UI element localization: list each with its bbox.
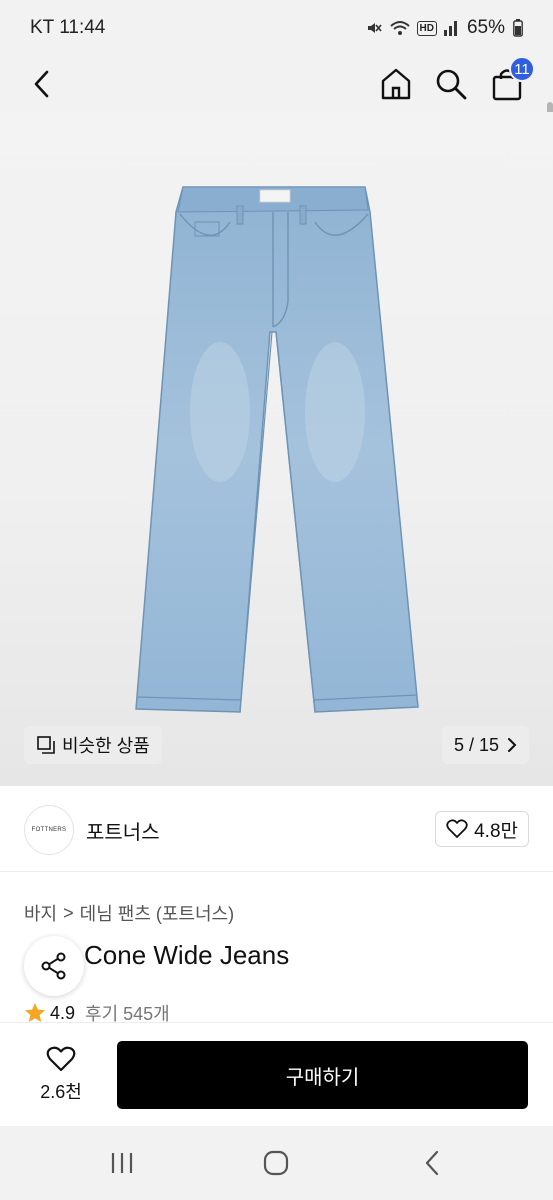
status-bar: KT 11:44 HD 65% bbox=[0, 0, 553, 56]
back-button[interactable] bbox=[20, 62, 64, 106]
hd-icon: HD bbox=[416, 20, 437, 36]
wishlist-button[interactable]: 2.6천 bbox=[24, 1043, 98, 1107]
product-image[interactable]: 비슷한 상품 5 / 15 bbox=[0, 112, 553, 786]
top-nav: 11 bbox=[0, 56, 553, 166]
product-title: Cone Wide Jeans bbox=[24, 940, 529, 971]
back-system-button[interactable] bbox=[412, 1143, 452, 1183]
status-time: KT 11:44 bbox=[30, 17, 106, 38]
heart-icon bbox=[446, 819, 468, 838]
image-counter: 5 / 15 bbox=[453, 734, 499, 755]
similar-products-button[interactable]: 비슷한 상품 bbox=[24, 726, 162, 764]
action-bar: 2.6천 구매하기 bbox=[0, 1022, 553, 1126]
home-button[interactable] bbox=[374, 62, 418, 106]
recent-apps-button[interactable] bbox=[102, 1143, 142, 1183]
breadcrumb-separator: > bbox=[63, 902, 74, 923]
breadcrumb-category[interactable]: 바지 bbox=[24, 900, 57, 926]
similar-products-label: 비슷한 상품 bbox=[62, 736, 150, 756]
search-button[interactable] bbox=[429, 62, 473, 106]
rating-value: 4.9 bbox=[50, 1002, 76, 1023]
home-system-button[interactable] bbox=[256, 1143, 296, 1183]
status-icons: HD 65% bbox=[365, 17, 523, 39]
mute-icon bbox=[367, 23, 382, 33]
wishlist-count: 2.6천 bbox=[40, 1082, 82, 1102]
share-button[interactable] bbox=[24, 936, 84, 996]
back-arrow-icon bbox=[425, 1150, 439, 1176]
brand-name[interactable]: 포트너스 bbox=[86, 816, 160, 845]
home-circle-icon bbox=[263, 1150, 289, 1176]
product-title-text: Cone Wide Jeans bbox=[84, 940, 290, 970]
chevron-right-icon bbox=[508, 738, 517, 752]
share-icon bbox=[41, 952, 66, 980]
brand-like-button[interactable]: 4.8만 bbox=[435, 811, 529, 847]
search-icon bbox=[436, 69, 467, 100]
cart-count-badge: 11 bbox=[509, 56, 535, 82]
buy-button[interactable]: 구매하기 bbox=[117, 1041, 528, 1109]
wifi-icon bbox=[389, 21, 410, 35]
image-counter-button[interactable]: 5 / 15 bbox=[441, 726, 529, 764]
cart-button[interactable]: 11 bbox=[485, 56, 535, 106]
signal-icon bbox=[443, 21, 457, 36]
battery-icon bbox=[513, 19, 523, 37]
brand-row[interactable]: FOTTNERS 포트너스 4.8만 bbox=[0, 786, 553, 872]
recent-apps-icon bbox=[111, 1153, 133, 1173]
similar-icon bbox=[37, 736, 55, 754]
back-icon bbox=[34, 70, 49, 98]
battery-percent: 65% bbox=[466, 17, 505, 38]
jeans-image bbox=[135, 186, 419, 713]
home-icon bbox=[381, 68, 411, 100]
heart-icon bbox=[46, 1046, 76, 1072]
breadcrumb-subcategory[interactable]: 데님 팬츠 (포트너스) bbox=[80, 900, 234, 926]
breadcrumb: 바지 > 데님 팬츠 (포트너스) bbox=[24, 900, 234, 926]
system-nav-bar bbox=[0, 1126, 553, 1200]
brand-logo[interactable]: FOTTNERS bbox=[24, 805, 74, 855]
star-icon bbox=[25, 1003, 45, 1022]
brand-like-count: 4.8만 bbox=[474, 820, 518, 842]
